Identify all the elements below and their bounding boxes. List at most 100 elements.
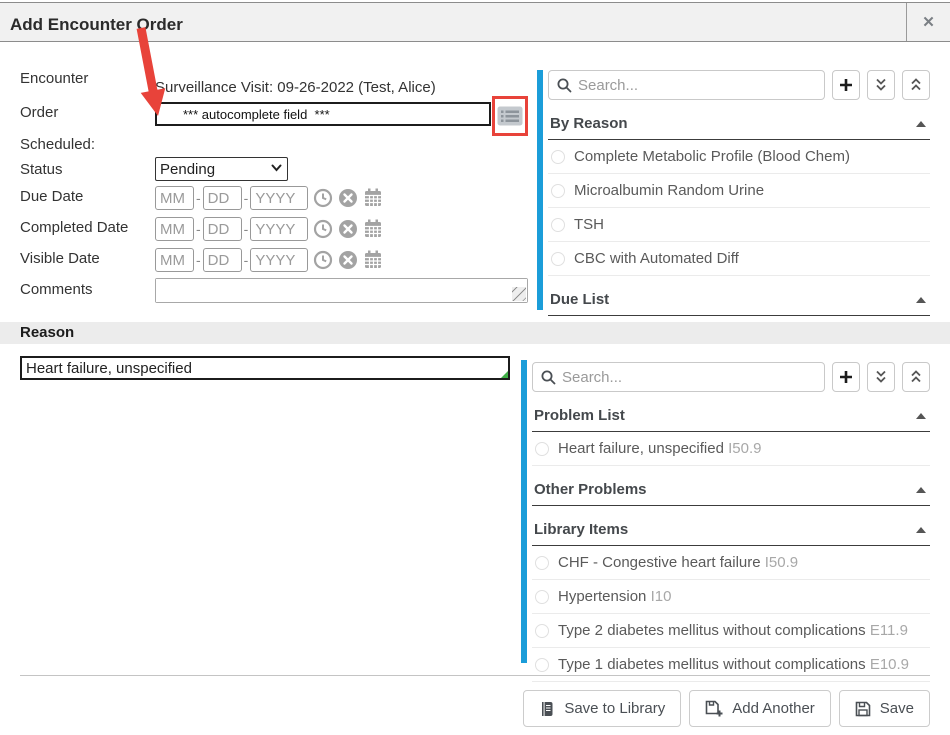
- expand-all-button[interactable]: [867, 70, 895, 100]
- save-to-library-button[interactable]: Save to Library: [523, 690, 681, 727]
- order-autocomplete-input[interactable]: [155, 102, 491, 126]
- due-date-day-input[interactable]: [203, 186, 242, 210]
- collapse-all-button[interactable]: [902, 362, 930, 392]
- calendar-icon[interactable]: [363, 250, 383, 270]
- section-header-due-list[interactable]: Due List: [548, 281, 930, 316]
- book-icon: [539, 701, 555, 717]
- expand-all-button[interactable]: [867, 362, 895, 392]
- clear-icon[interactable]: [338, 188, 358, 208]
- due-date-month-input[interactable]: [155, 186, 194, 210]
- completed-date-day-input[interactable]: [203, 217, 242, 241]
- plus-icon: [839, 78, 853, 92]
- list-item[interactable]: TSH: [548, 208, 930, 242]
- radio-icon[interactable]: [551, 218, 565, 232]
- section-title: Due List: [550, 291, 609, 308]
- completed-date-label: Completed Date: [20, 219, 128, 236]
- section-header-library-items[interactable]: Library Items: [532, 511, 930, 546]
- order-search-box[interactable]: [548, 70, 825, 100]
- close-icon[interactable]: ✕: [906, 3, 950, 41]
- radio-icon[interactable]: [535, 590, 549, 604]
- comments-box: [155, 278, 528, 303]
- double-chevron-up-icon: [909, 78, 923, 92]
- clock-icon[interactable]: [313, 250, 333, 270]
- clear-icon[interactable]: [338, 219, 358, 239]
- save-label: Save: [880, 700, 914, 717]
- section-title: Library Items: [534, 521, 628, 538]
- section-header-problem-list[interactable]: Problem List: [532, 397, 930, 432]
- radio-icon[interactable]: [551, 150, 565, 164]
- visible-date-month-input[interactable]: [155, 248, 194, 272]
- completed-date-year-input[interactable]: [250, 217, 308, 241]
- reason-search-box[interactable]: [532, 362, 825, 392]
- date-separator: -: [244, 252, 249, 268]
- list-item[interactable]: Hypertension I10: [532, 580, 930, 614]
- list-icon: [497, 106, 523, 126]
- order-search-row: [548, 70, 930, 100]
- radio-icon[interactable]: [535, 624, 549, 638]
- footer-actions: Save to Library Add Another Save: [523, 690, 930, 727]
- search-icon: [557, 78, 572, 93]
- reason-input[interactable]: [22, 358, 508, 378]
- collapse-all-button[interactable]: [902, 70, 930, 100]
- list-item[interactable]: CBC with Automated Diff: [548, 242, 930, 276]
- list-item-label: CHF - Congestive heart failure I50.9: [558, 554, 798, 571]
- order-panel-accent-bar: [537, 70, 543, 310]
- add-reason-button[interactable]: [832, 362, 860, 392]
- add-another-label: Add Another: [732, 700, 815, 717]
- comments-input[interactable]: [156, 279, 527, 302]
- section-header-by-reason[interactable]: By Reason: [548, 105, 930, 140]
- footer-divider: [20, 675, 930, 676]
- reason-section-header: Reason: [0, 322, 950, 344]
- list-item[interactable]: Type 2 diabetes mellitus without complic…: [532, 614, 930, 648]
- add-encounter-order-dialog: Add Encounter Order ✕ Encounter Order Sc…: [0, 0, 950, 735]
- plus-icon: [839, 370, 853, 384]
- order-search-panel: By Reason Complete Metabolic Profile (Bl…: [548, 70, 930, 316]
- section-title: Problem List: [534, 407, 625, 424]
- due-date-year-input[interactable]: [250, 186, 308, 210]
- radio-icon[interactable]: [535, 556, 549, 570]
- date-separator: -: [196, 252, 201, 268]
- list-item[interactable]: Type 1 diabetes mellitus without complic…: [532, 648, 930, 682]
- radio-icon[interactable]: [535, 658, 549, 672]
- date-separator: -: [244, 221, 249, 237]
- section-header-other-problems[interactable]: Other Problems: [532, 471, 930, 506]
- collapse-triangle-icon: [916, 527, 926, 533]
- calendar-icon[interactable]: [363, 188, 383, 208]
- reason-header-label: Reason: [20, 324, 74, 341]
- clock-icon[interactable]: [313, 188, 333, 208]
- completed-date-month-input[interactable]: [155, 217, 194, 241]
- list-item[interactable]: Complete Metabolic Profile (Blood Chem): [548, 140, 930, 174]
- clear-icon[interactable]: [338, 250, 358, 270]
- status-select[interactable]: Pending: [155, 157, 288, 181]
- list-item[interactable]: CHF - Congestive heart failure I50.9: [532, 546, 930, 580]
- save-button[interactable]: Save: [839, 690, 930, 727]
- order-search-input[interactable]: [578, 77, 816, 94]
- list-item[interactable]: Microalbumin Random Urine: [548, 174, 930, 208]
- reason-search-panel: Problem List Heart failure, unspecified …: [532, 362, 930, 682]
- radio-icon[interactable]: [551, 184, 565, 198]
- reason-panel-accent-bar: [521, 360, 527, 663]
- reason-search-input[interactable]: [562, 369, 816, 386]
- reason-search-row: [532, 362, 930, 392]
- section-title: Other Problems: [534, 481, 647, 498]
- list-item[interactable]: Heart failure, unspecified I50.9: [532, 432, 930, 466]
- list-item-label: Microalbumin Random Urine: [574, 182, 764, 199]
- order-list-picker-button[interactable]: [492, 96, 528, 136]
- double-chevron-down-icon: [874, 370, 888, 384]
- add-order-button[interactable]: [832, 70, 860, 100]
- radio-icon[interactable]: [535, 442, 549, 456]
- double-chevron-down-icon: [874, 78, 888, 92]
- search-icon: [541, 370, 556, 385]
- list-item-label: TSH: [574, 216, 604, 233]
- clock-icon[interactable]: [313, 219, 333, 239]
- radio-icon[interactable]: [551, 252, 565, 266]
- list-item-label: Type 1 diabetes mellitus without complic…: [558, 656, 909, 673]
- double-chevron-up-icon: [909, 370, 923, 384]
- visible-date-year-input[interactable]: [250, 248, 308, 272]
- list-item-label: CBC with Automated Diff: [574, 250, 739, 267]
- visible-date-day-input[interactable]: [203, 248, 242, 272]
- calendar-icon[interactable]: [363, 219, 383, 239]
- list-item-label: Hypertension I10: [558, 588, 671, 605]
- page-title: Add Encounter Order: [10, 6, 183, 44]
- add-another-button[interactable]: Add Another: [689, 690, 831, 727]
